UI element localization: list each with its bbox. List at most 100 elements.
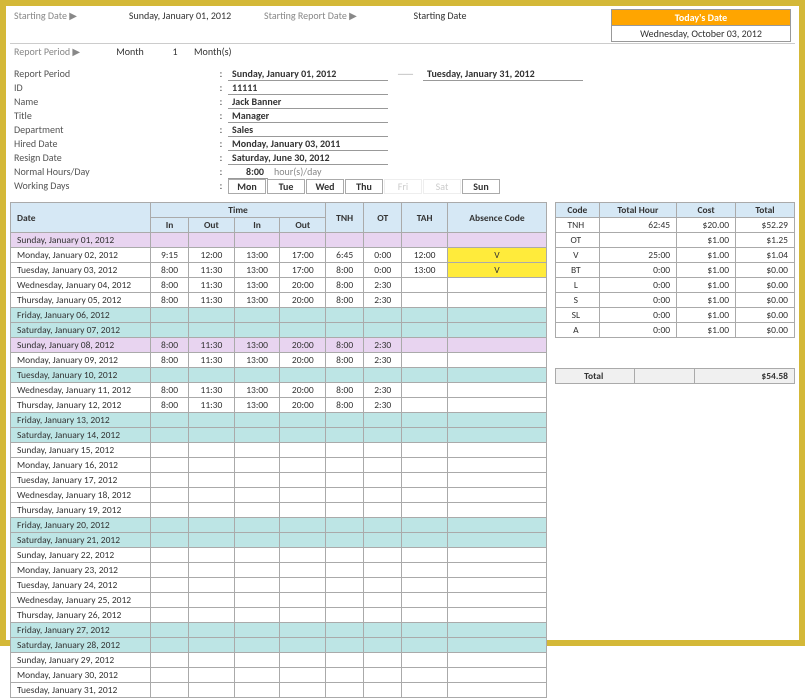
cell-out2[interactable] bbox=[280, 488, 326, 503]
cell-out1[interactable] bbox=[189, 653, 235, 668]
cell-abs[interactable] bbox=[447, 413, 546, 428]
cell-out2[interactable] bbox=[280, 233, 326, 248]
cell-tnh[interactable]: 8:00 bbox=[326, 278, 364, 293]
starting-report-value[interactable]: Starting Date bbox=[390, 8, 490, 43]
cell-tnh[interactable]: 6:45 bbox=[326, 248, 364, 263]
cell-abs[interactable] bbox=[447, 683, 546, 698]
cell-tnh[interactable]: 8:00 bbox=[326, 353, 364, 368]
cell-out1[interactable] bbox=[189, 323, 235, 338]
cell-out2[interactable] bbox=[280, 503, 326, 518]
cell-out2[interactable] bbox=[280, 308, 326, 323]
cell-out2[interactable]: 20:00 bbox=[280, 293, 326, 308]
cell-tah[interactable] bbox=[402, 383, 448, 398]
cell-in2[interactable]: 13:00 bbox=[234, 263, 280, 278]
cell-out1[interactable] bbox=[189, 518, 235, 533]
cell-ot[interactable] bbox=[364, 443, 402, 458]
id-value[interactable]: 11111 bbox=[228, 81, 388, 95]
cell-ot[interactable]: 2:30 bbox=[364, 398, 402, 413]
cell-ot[interactable] bbox=[364, 563, 402, 578]
cell-in1[interactable]: 9:15 bbox=[151, 248, 189, 263]
cell-in2[interactable] bbox=[234, 473, 280, 488]
day-wed[interactable]: Wed bbox=[306, 179, 344, 194]
cell-in1[interactable] bbox=[151, 623, 189, 638]
cell-out2[interactable] bbox=[280, 563, 326, 578]
cell-abs[interactable] bbox=[447, 668, 546, 683]
cell-out1[interactable]: 11:30 bbox=[189, 398, 235, 413]
cell-in2[interactable]: 13:00 bbox=[234, 248, 280, 263]
cell-out1[interactable] bbox=[189, 683, 235, 698]
cell-in2[interactable] bbox=[234, 428, 280, 443]
cell-tnh[interactable] bbox=[326, 518, 364, 533]
cell-out1[interactable] bbox=[189, 623, 235, 638]
cell-in1[interactable] bbox=[151, 653, 189, 668]
cell-ot[interactable] bbox=[364, 578, 402, 593]
cell-tnh[interactable] bbox=[326, 233, 364, 248]
cell-tah[interactable] bbox=[402, 413, 448, 428]
cell-abs[interactable] bbox=[447, 308, 546, 323]
cell-tah[interactable] bbox=[402, 278, 448, 293]
cell-ot[interactable]: 0:00 bbox=[364, 248, 402, 263]
cell-out1[interactable]: 11:30 bbox=[189, 353, 235, 368]
cell-abs[interactable] bbox=[447, 323, 546, 338]
cell-ot[interactable] bbox=[364, 593, 402, 608]
period-num[interactable]: 1 bbox=[160, 44, 190, 59]
cell-tnh[interactable] bbox=[326, 623, 364, 638]
cell-ot[interactable] bbox=[364, 668, 402, 683]
cell-tah[interactable] bbox=[402, 668, 448, 683]
cell-ot[interactable] bbox=[364, 473, 402, 488]
cell-tah[interactable] bbox=[402, 563, 448, 578]
cell-in1[interactable] bbox=[151, 368, 189, 383]
day-fri[interactable]: Fri bbox=[384, 179, 422, 194]
cell-abs[interactable] bbox=[447, 533, 546, 548]
cell-abs[interactable] bbox=[447, 503, 546, 518]
cell-out1[interactable]: 11:30 bbox=[189, 383, 235, 398]
cell-out2[interactable] bbox=[280, 443, 326, 458]
cell-tah[interactable] bbox=[402, 353, 448, 368]
cell-ot[interactable] bbox=[364, 458, 402, 473]
cell-tah[interactable] bbox=[402, 608, 448, 623]
cell-in2[interactable]: 13:00 bbox=[234, 383, 280, 398]
starting-date-value[interactable]: Sunday, January 01, 2012 bbox=[100, 8, 260, 43]
cell-tah[interactable] bbox=[402, 473, 448, 488]
cell-out2[interactable] bbox=[280, 533, 326, 548]
day-tue[interactable]: Tue bbox=[267, 179, 305, 194]
cell-tah[interactable] bbox=[402, 593, 448, 608]
cell-in2[interactable]: 13:00 bbox=[234, 353, 280, 368]
cell-abs[interactable] bbox=[447, 488, 546, 503]
cell-out2[interactable]: 20:00 bbox=[280, 398, 326, 413]
cell-out2[interactable] bbox=[280, 638, 326, 653]
cell-tnh[interactable]: 8:00 bbox=[326, 293, 364, 308]
cell-out1[interactable] bbox=[189, 413, 235, 428]
cell-in1[interactable] bbox=[151, 233, 189, 248]
cell-ot[interactable] bbox=[364, 428, 402, 443]
cell-abs[interactable] bbox=[447, 563, 546, 578]
cell-tnh[interactable] bbox=[326, 548, 364, 563]
cell-tah[interactable] bbox=[402, 233, 448, 248]
cell-out1[interactable] bbox=[189, 233, 235, 248]
cell-out1[interactable] bbox=[189, 428, 235, 443]
cell-out2[interactable]: 20:00 bbox=[280, 338, 326, 353]
cell-in2[interactable] bbox=[234, 503, 280, 518]
cell-out2[interactable] bbox=[280, 608, 326, 623]
cell-abs[interactable] bbox=[447, 578, 546, 593]
cell-out2[interactable] bbox=[280, 428, 326, 443]
cell-tnh[interactable] bbox=[326, 368, 364, 383]
cell-in1[interactable] bbox=[151, 503, 189, 518]
cell-tnh[interactable] bbox=[326, 503, 364, 518]
cell-tnh[interactable]: 8:00 bbox=[326, 263, 364, 278]
cell-tnh[interactable] bbox=[326, 443, 364, 458]
cell-in2[interactable] bbox=[234, 443, 280, 458]
cell-ot[interactable] bbox=[364, 413, 402, 428]
cell-out2[interactable]: 20:00 bbox=[280, 383, 326, 398]
cell-ot[interactable] bbox=[364, 683, 402, 698]
cell-ot[interactable] bbox=[364, 533, 402, 548]
cell-abs[interactable] bbox=[447, 278, 546, 293]
cell-tah[interactable] bbox=[402, 638, 448, 653]
cell-abs[interactable] bbox=[447, 368, 546, 383]
cell-abs[interactable]: V bbox=[447, 248, 546, 263]
day-mon[interactable]: Mon bbox=[228, 179, 266, 194]
cell-in1[interactable] bbox=[151, 428, 189, 443]
cell-in2[interactable] bbox=[234, 518, 280, 533]
cell-in2[interactable] bbox=[234, 563, 280, 578]
cell-out2[interactable] bbox=[280, 413, 326, 428]
